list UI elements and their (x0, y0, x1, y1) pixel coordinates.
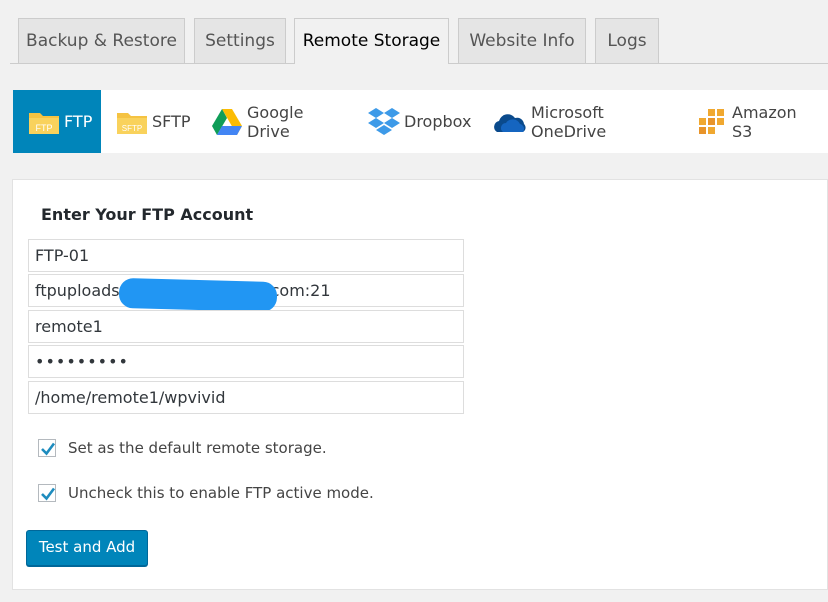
alias-input[interactable] (28, 239, 464, 272)
checkmark-icon (41, 442, 56, 456)
tab-settings[interactable]: Settings (194, 18, 286, 63)
password-input[interactable] (28, 345, 464, 378)
tab-backup-restore[interactable]: Backup & Restore (18, 18, 185, 63)
svg-text:SFTP: SFTP (122, 124, 142, 133)
path-input[interactable] (28, 381, 464, 414)
default-storage-checkbox[interactable] (38, 439, 56, 457)
default-storage-row: Set as the default remote storage. (38, 439, 327, 457)
checkmark-icon (41, 487, 56, 501)
ftp-account-panel: Enter Your FTP Account ftpuploads com:21… (12, 179, 828, 590)
sftp-folder-icon: SFTP (116, 109, 148, 135)
tab-remote-storage[interactable]: Remote Storage (294, 18, 449, 64)
amazon-s3-icon (696, 107, 728, 137)
passive-mode-row: Uncheck this to enable FTP active mode. (38, 484, 374, 502)
server-prefix-text: ftpuploads (35, 281, 120, 300)
provider-amazon-s3[interactable]: Amazon S3 (696, 90, 821, 153)
default-storage-label: Set as the default remote storage. (68, 439, 327, 457)
provider-onedrive-label: Microsoft OneDrive (531, 102, 607, 141)
tab-website-info[interactable]: Website Info (458, 18, 586, 63)
google-drive-icon (211, 108, 243, 136)
tab-logs[interactable]: Logs (595, 18, 659, 63)
redaction-scribble (118, 277, 278, 313)
provider-amazon-s3-label: Amazon S3 (732, 102, 797, 141)
test-and-add-button[interactable]: Test and Add (26, 530, 148, 566)
dropbox-icon (368, 107, 400, 137)
svg-text:FTP: FTP (36, 123, 53, 133)
provider-ftp[interactable]: FTP FTP (13, 90, 101, 153)
provider-sftp[interactable]: SFTP SFTP (116, 90, 196, 153)
provider-dropbox-label: Dropbox (404, 112, 472, 131)
passive-mode-label: Uncheck this to enable FTP active mode. (68, 484, 374, 502)
ftp-folder-icon: FTP (28, 109, 60, 135)
provider-dropbox[interactable]: Dropbox (368, 90, 478, 153)
provider-ftp-label: FTP (64, 112, 93, 131)
provider-sftp-label: SFTP (152, 112, 191, 131)
server-suffix-text: com:21 (270, 281, 331, 300)
username-input[interactable] (28, 310, 464, 343)
provider-google-drive[interactable]: Google Drive (211, 90, 351, 153)
storage-provider-bar: FTP FTP SFTP SFTP Google Drive Dropbox M… (13, 90, 828, 153)
provider-onedrive[interactable]: Microsoft OneDrive (493, 90, 673, 153)
panel-title: Enter Your FTP Account (41, 205, 254, 224)
passive-mode-checkbox[interactable] (38, 484, 56, 502)
onedrive-icon (493, 110, 527, 134)
nav-tabs: Backup & Restore Settings Remote Storage… (0, 0, 828, 64)
provider-google-drive-label: Google Drive (247, 102, 304, 141)
